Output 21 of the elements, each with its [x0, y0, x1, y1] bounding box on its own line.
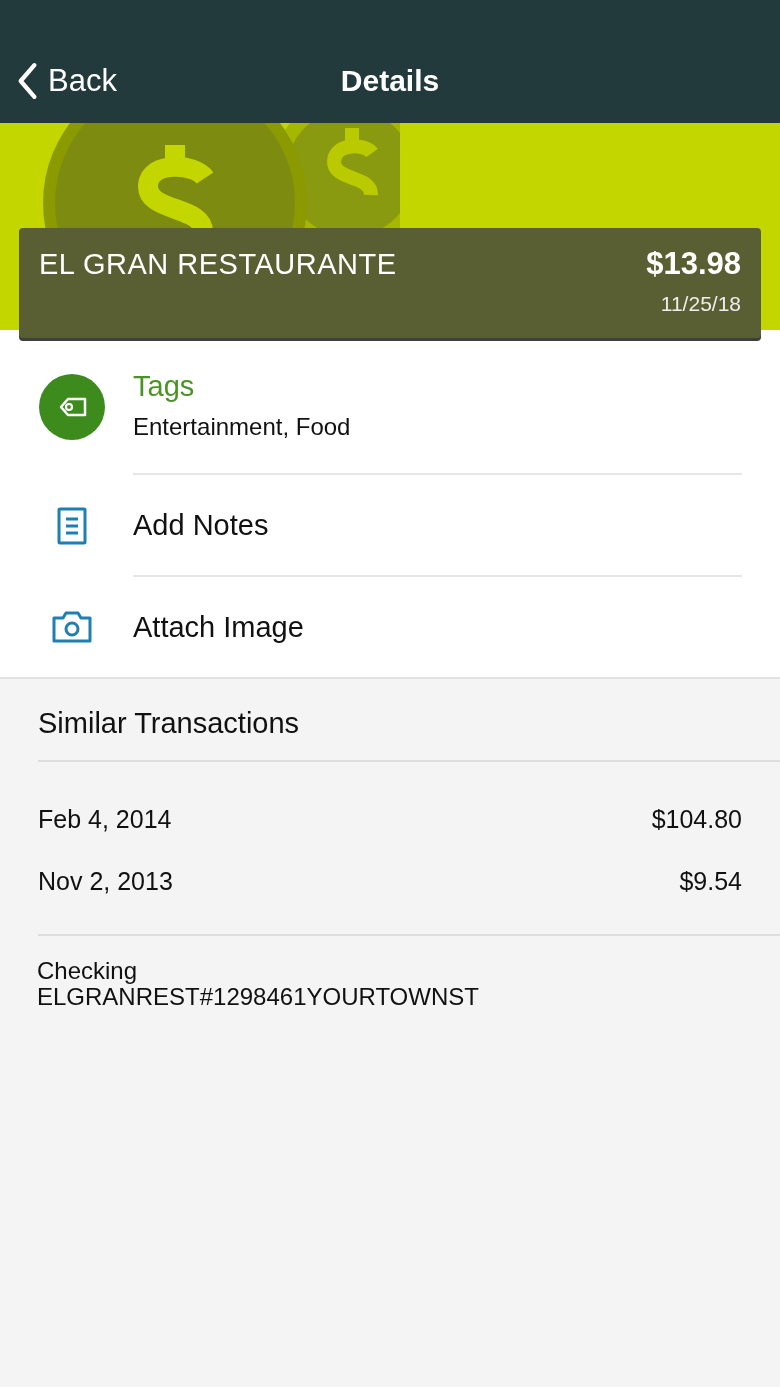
back-button[interactable]: Back — [16, 62, 117, 100]
account-description: ELGRANREST#1298461YOURTOWNST — [37, 984, 480, 1011]
back-chevron-icon — [16, 62, 38, 100]
transaction-amount: $13.98 — [646, 246, 741, 282]
similar-transaction-row[interactable]: Feb 4, 2014 $104.80 — [38, 788, 780, 850]
section-title: Similar Transactions — [38, 707, 780, 762]
merchant-name: EL GRAN RESTAURANTE — [39, 248, 397, 281]
screen-title: Details — [340, 64, 440, 98]
action-label: Attach Image — [133, 610, 305, 644]
camera-icon — [50, 611, 93, 643]
account-type: Checking — [37, 958, 139, 985]
tag-icon — [38, 373, 105, 440]
action-item[interactable]: Add Notes — [0, 475, 780, 577]
document-icon — [56, 507, 87, 545]
tags-list: Entertainment, Food — [133, 413, 742, 441]
action-item[interactable]: Tags Entertainment, Food — [0, 338, 780, 475]
action-label: Tags — [133, 370, 196, 403]
action-label: Add Notes — [133, 508, 270, 542]
similar-transaction-row[interactable]: Nov 2, 2013 $9.54 — [38, 850, 780, 912]
action-item[interactable]: Attach Image — [0, 577, 780, 677]
transaction-date: 11/25/18 — [660, 292, 741, 316]
